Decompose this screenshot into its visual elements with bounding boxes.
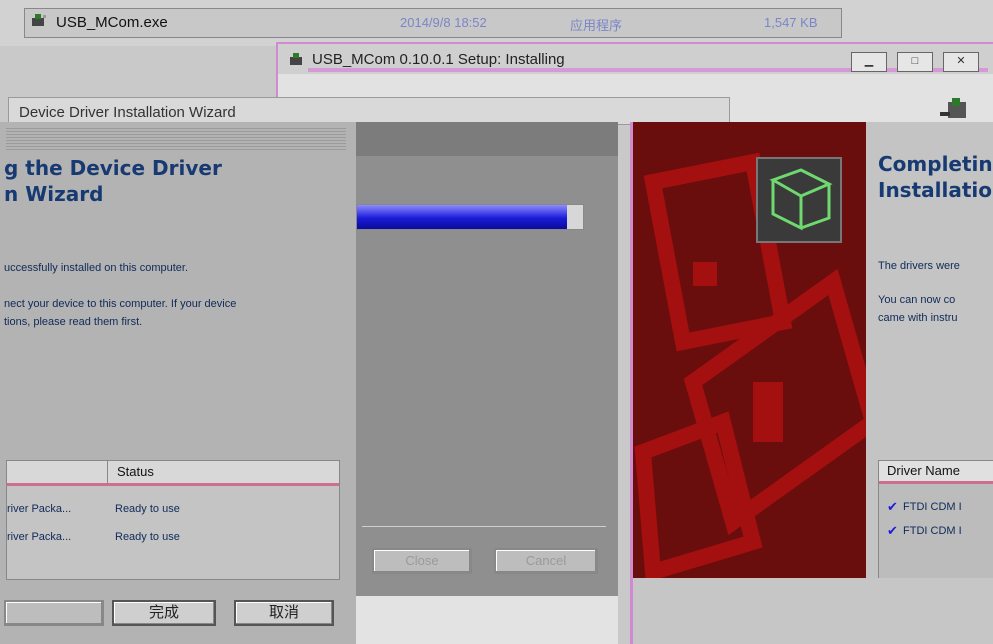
connect-text-2: came with instru bbox=[878, 312, 958, 324]
driver-name-header: Driver Name bbox=[887, 463, 960, 478]
column-header-status[interactable]: Status bbox=[117, 464, 154, 479]
checkmark-icon: ✔ bbox=[887, 499, 898, 514]
cancel-button[interactable]: 取消 bbox=[234, 600, 334, 626]
file-list-row[interactable]: USB_MCom.exe 2014/9/8 18:52 应用程序 1,547 K… bbox=[0, 0, 993, 46]
installer-icon bbox=[290, 53, 302, 65]
finish-button[interactable]: 完成 bbox=[112, 600, 216, 626]
column-header-name[interactable] bbox=[7, 461, 108, 483]
driver-name-row: FTDI CDM I bbox=[903, 501, 962, 513]
completing-heading-line2: Installatio bbox=[878, 178, 993, 202]
file-date: 2014/9/8 18:52 bbox=[400, 15, 487, 30]
setup-bottom-area bbox=[356, 596, 618, 644]
column-header-driver-name[interactable]: Driver Name bbox=[879, 461, 993, 484]
cancel-install-button[interactable]: Cancel bbox=[494, 548, 598, 574]
install-header-icon bbox=[940, 98, 966, 118]
drivers-installed-text: The drivers were bbox=[878, 260, 960, 272]
table-row-name: river Packa... bbox=[7, 503, 72, 515]
setup-pane-header bbox=[356, 122, 618, 156]
file-size: 1,547 KB bbox=[764, 15, 818, 30]
driver-art-graphic bbox=[634, 152, 869, 578]
driver-name-row: FTDI CDM I bbox=[903, 525, 962, 537]
wizard-left-pane: g the Device Driver n Wizard uccessfully… bbox=[0, 122, 360, 644]
connect-device-text-2: tions, please read them first. bbox=[4, 316, 143, 328]
back-button[interactable] bbox=[4, 600, 104, 626]
setup-window-titlebar[interactable]: USB_MCom 0.10.0.1 Setup: Installing ▁ □ … bbox=[276, 42, 993, 76]
wizard-heading-line1: g the Device Driver bbox=[4, 156, 222, 180]
wizard-heading-line2: n Wizard bbox=[4, 182, 104, 206]
install-progress-bar bbox=[356, 204, 584, 230]
wizard-right-bottom bbox=[630, 578, 993, 644]
checkmark-icon: ✔ bbox=[887, 523, 898, 538]
driver-name-table: Driver Name ✔ FTDI CDM I ✔ FTDI CDM I bbox=[878, 460, 993, 580]
driver-status-table: Status river Packa... Ready to use river… bbox=[6, 460, 340, 580]
connect-device-text-1: nect your device to this computer. If yo… bbox=[4, 298, 237, 310]
header-strip bbox=[6, 128, 346, 150]
table-header: Status bbox=[7, 461, 339, 486]
file-type: 应用程序 bbox=[570, 18, 623, 33]
connect-text-1: You can now co bbox=[878, 294, 956, 306]
install-success-text: uccessfully installed on this computer. bbox=[4, 262, 189, 274]
setup-window-title: USB_MCom 0.10.0.1 Setup: Installing bbox=[312, 51, 565, 68]
wizard-side-art bbox=[630, 122, 869, 578]
setup-installing-pane: Close Cancel bbox=[356, 122, 618, 596]
close-button[interactable]: Close bbox=[372, 548, 472, 574]
wizard-title: Device Driver Installation Wizard bbox=[19, 104, 236, 121]
installer-icon bbox=[32, 14, 46, 26]
maximize-button[interactable]: □ bbox=[897, 52, 933, 72]
minimize-button[interactable]: ▁ bbox=[851, 52, 887, 72]
table-row-status: Ready to use bbox=[115, 531, 180, 543]
table-row-status: Ready to use bbox=[115, 503, 180, 515]
file-name: USB_MCom.exe bbox=[56, 14, 168, 31]
completing-heading-line1: Completin bbox=[878, 152, 993, 176]
close-window-button[interactable]: ✕ bbox=[943, 52, 979, 72]
install-progress-fill bbox=[357, 205, 568, 229]
wizard-titlebar[interactable]: Device Driver Installation Wizard bbox=[8, 97, 730, 125]
table-row-name: river Packa... bbox=[7, 531, 72, 543]
separator bbox=[362, 526, 606, 527]
